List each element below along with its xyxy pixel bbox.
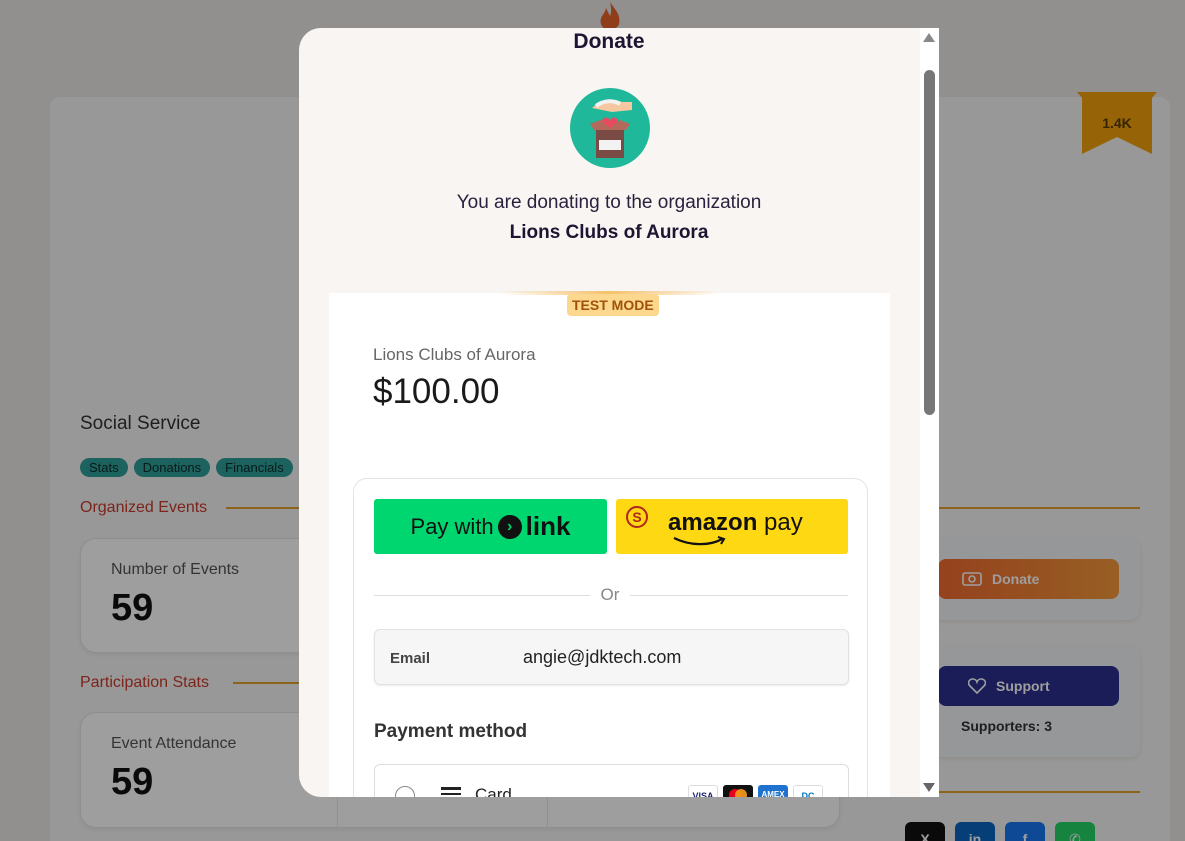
mastercard-icon: [723, 785, 753, 797]
link-arrow-icon: ›: [497, 514, 522, 539]
visa-icon: VISA: [688, 785, 718, 797]
payment-form: Pay with › link S amazon pay Or Email an…: [353, 478, 868, 797]
amazon-smile-icon: [673, 536, 726, 546]
scroll-up-arrow-icon[interactable]: [923, 33, 935, 42]
card-radio[interactable]: [395, 786, 415, 797]
email-value[interactable]: angie@jdktech.com: [523, 647, 681, 668]
amazon-pay-suffix: pay: [764, 509, 803, 536]
link-button-prefix: Pay with: [410, 513, 494, 539]
amazon-pay-logo: amazon pay: [668, 509, 803, 537]
email-field[interactable]: Email angie@jdktech.com: [374, 629, 849, 685]
donation-box-icon: [570, 88, 650, 168]
amazon-pay-button[interactable]: S amazon pay: [616, 499, 848, 554]
amazon-brand: amazon: [668, 509, 758, 536]
card-label: Card: [475, 785, 512, 797]
divider: [374, 595, 590, 596]
card-payment-option[interactable]: Card VISA AMEX DC: [374, 764, 849, 797]
diners-club-icon: DC: [793, 785, 823, 797]
test-mode-badge: TEST MODE: [567, 294, 659, 316]
credit-card-icon: [441, 787, 461, 797]
payment-method-title: Payment method: [374, 721, 528, 742]
merchant-name: Lions Clubs of Aurora: [373, 345, 536, 364]
scroll-thumb[interactable]: [924, 70, 935, 415]
pay-with-link-button[interactable]: Pay with › link: [374, 499, 607, 554]
modal-title: Donate: [573, 30, 645, 53]
organization-name: Lions Clubs of Aurora: [509, 222, 709, 243]
scroll-down-arrow-icon[interactable]: [923, 783, 935, 792]
donation-amount: $100.00: [373, 372, 500, 411]
divider: [630, 595, 848, 596]
link-brand: link: [525, 511, 571, 541]
donate-modal: Donate You are donating to the organizat…: [299, 28, 939, 797]
amex-icon: AMEX: [758, 785, 788, 797]
donating-text: You are donating to the organization: [456, 192, 762, 213]
or-divider-text: Or: [600, 585, 620, 604]
checkout-panel: TEST MODE Lions Clubs of Aurora $100.00 …: [329, 291, 890, 797]
amazon-s-badge-icon: S: [626, 506, 648, 528]
email-label: Email: [390, 650, 431, 667]
